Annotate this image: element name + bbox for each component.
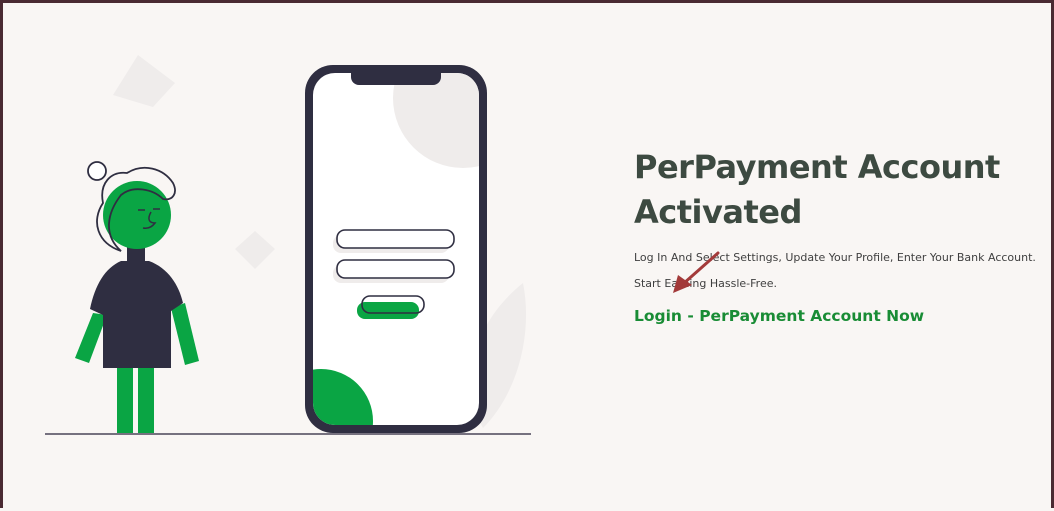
page-title: PerPayment Account Activated (634, 148, 1000, 231)
red-arrow-icon (673, 251, 720, 293)
login-link[interactable]: Login - PerPayment Account Now (634, 305, 924, 327)
page-frame: PerPayment Account Activated Log In And … (0, 0, 1054, 508)
person-head (103, 181, 171, 249)
bg-diamond-shape (113, 55, 175, 107)
person-leg-right (138, 363, 154, 433)
form-input-2 (336, 259, 455, 279)
person-hair-bun (87, 161, 107, 181)
screen-decor-circle (393, 73, 479, 168)
form-button-green (357, 302, 419, 319)
person-torso (90, 261, 183, 368)
person-arm-right (171, 303, 199, 365)
person-neck (127, 247, 145, 265)
person-arm-left (75, 313, 107, 363)
activation-message: PerPayment Account Activated Log In And … (634, 145, 1054, 327)
phone-notch (351, 65, 441, 85)
person-leg-left (117, 363, 133, 433)
form-input-1 (336, 229, 455, 249)
person-with-phone-illustration (45, 55, 531, 435)
bg-small-diamond-shape (235, 231, 275, 269)
